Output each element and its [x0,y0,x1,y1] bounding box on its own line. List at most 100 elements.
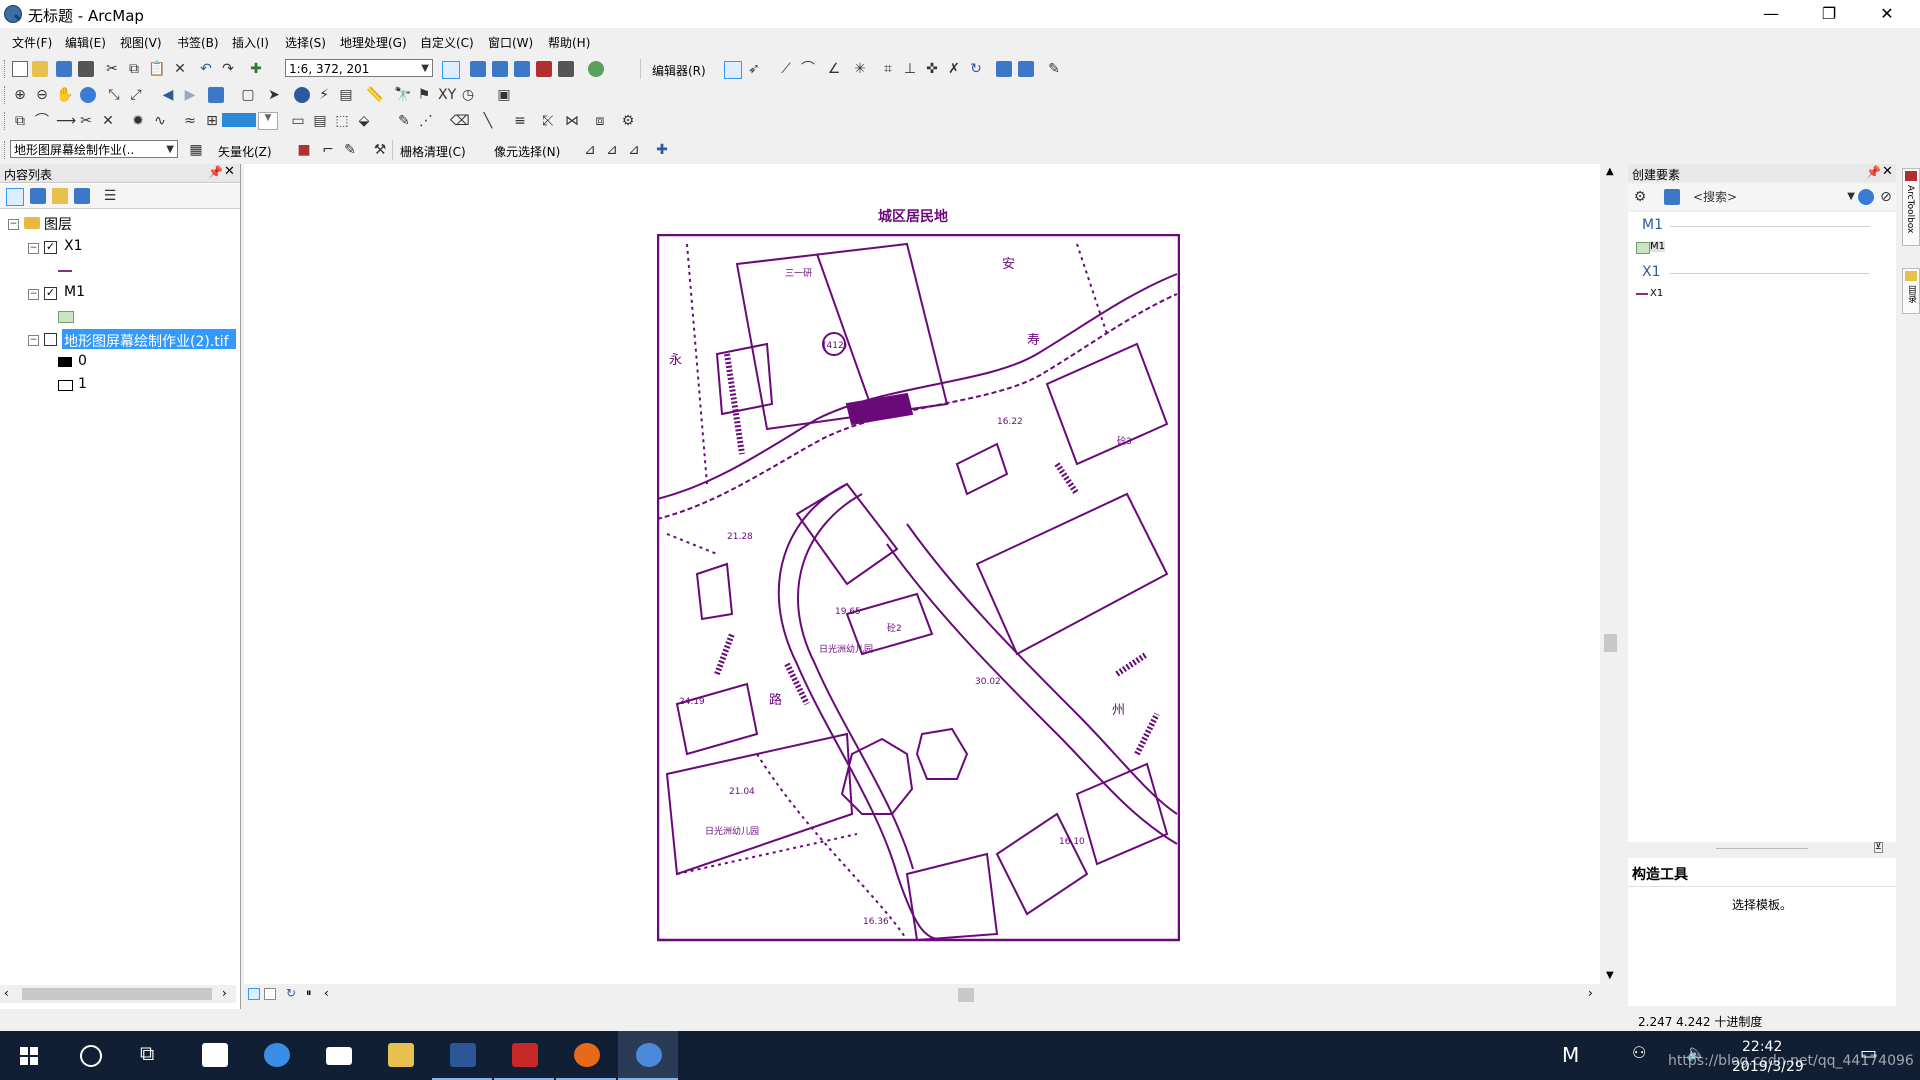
catalog-tab[interactable]: 目录 [1902,268,1920,314]
find-connected-cells-icon[interactable]: ⊿ [626,142,642,158]
python-window-icon[interactable] [558,61,574,77]
fixed-zoom-out-icon[interactable]: ⤢ [128,87,144,103]
drawing-pen-icon[interactable]: ✎ [396,113,412,129]
search-window-icon[interactable] [514,61,530,77]
panel-splitter[interactable]: ⊻ [1628,842,1896,856]
menu-view[interactable]: 视图(V) [120,34,162,51]
select-elements-icon[interactable]: ➤ [266,87,282,103]
find-icon[interactable]: 🔭 [394,87,411,103]
ime-indicator[interactable]: M [1562,1043,1579,1067]
scroll-right-icon[interactable]: › [222,986,227,1000]
raster-line-width-icon[interactable]: ✚ [654,142,670,158]
toolbar-grip[interactable] [4,141,8,159]
menu-bookmarks[interactable]: 书签(B) [177,34,219,51]
minimize-button[interactable]: — [1742,0,1800,28]
vectorization-trace-icon[interactable]: ⌐ [320,142,336,158]
map-horizontal-scrollbar[interactable]: ↻ ⏸ ‹ › [244,984,1600,1006]
back-extent-icon[interactable]: ◀ [160,87,176,103]
snap-icon[interactable]: ⤪ [540,113,556,129]
smooth-icon[interactable]: ≈ [182,113,198,129]
find-route-icon[interactable]: ⚑ [416,87,432,103]
options-icon[interactable]: ☰ [102,188,118,204]
map-vertical-scrollbar[interactable]: ▲ ▼ [1602,164,1619,984]
vectorization-menu[interactable]: 矢量化(Z) [218,143,272,160]
menu-selection[interactable]: 选择(S) [285,34,326,51]
arctoolbox-icon[interactable] [536,61,552,77]
open-folder-icon[interactable] [32,61,48,77]
toc-horizontal-scrollbar[interactable]: ‹ › [0,985,236,1003]
copy-icon[interactable]: ⧉ [126,61,142,77]
explode-icon[interactable]: ✹ [130,113,146,129]
save-icon[interactable] [56,61,72,77]
layer-x1-checkbox[interactable]: ✓ [44,241,57,254]
close-button[interactable]: ✕ [1858,0,1916,28]
scroll-up-icon[interactable]: ▲ [1606,166,1614,177]
delete-icon[interactable]: ✕ [172,61,188,77]
group-icon[interactable]: ⬚ [334,113,350,129]
refresh-icon[interactable]: ↻ [286,986,296,1000]
line-intersection-icon[interactable]: ✕ [100,113,116,129]
scroll-thumb[interactable] [1604,634,1617,652]
zoom-in-icon[interactable]: ⊕ [12,87,28,103]
html-popup-icon[interactable]: ▤ [338,87,354,103]
browser-app[interactable] [246,1031,306,1080]
layer-m1-checkbox[interactable]: ✓ [44,287,57,300]
pause-drawing-icon[interactable]: ⏸ [306,986,312,1000]
redo-icon[interactable]: ↷ [220,61,236,77]
identify-icon[interactable] [294,87,310,103]
zoom-out-icon[interactable]: ⊖ [34,87,50,103]
new-document-icon[interactable] [12,61,28,77]
select-connected-cells-icon[interactable]: ⊿ [582,142,598,158]
menu-help[interactable]: 帮助(H) [548,34,590,51]
menu-file[interactable]: 文件(F) [12,34,52,51]
mail-app[interactable] [308,1031,368,1080]
full-extent-icon[interactable] [80,87,96,103]
scroll-left-icon[interactable]: ‹ [324,986,329,1000]
edit-tool-icon[interactable] [724,61,742,79]
split-tool-icon[interactable]: ✗ [946,61,962,77]
chevron-down-icon[interactable]: ▼ [166,141,174,159]
clear-search-icon[interactable]: ⊘ [1878,189,1894,205]
raster-cleanup-menu[interactable]: 栅格清理(C) [400,143,466,160]
line-symbol[interactable] [58,270,72,272]
collapse-icon[interactable]: − [28,289,39,300]
text-frame-icon[interactable]: ▤ [312,113,328,129]
close-icon[interactable]: ✕ [1882,164,1893,179]
layer-m1-name[interactable]: M1 [64,284,85,300]
cell-selection-menu[interactable]: 像元选择(N) [494,143,560,160]
copy-features-icon[interactable]: ⧉ [12,113,28,129]
template-view-icon[interactable] [1664,189,1680,205]
scroll-left-icon[interactable]: ‹ [4,986,9,1000]
restore-button[interactable]: ❐ [1800,0,1858,28]
list-by-drawing-order-icon[interactable] [6,188,24,206]
print-icon[interactable] [78,61,94,77]
pin-icon[interactable]: 📌 [1866,165,1881,179]
menu-geoprocessing[interactable]: 地理处理(G) [340,34,407,51]
word-app[interactable] [432,1031,492,1080]
scanned-topographic-map[interactable]: 三一研 (412) 日光洲幼儿园 日光洲幼儿园 21.28 30.02 16.3… [657,234,1180,942]
settings-icon[interactable]: ⚙ [620,113,636,129]
generate-features-icon[interactable]: ■ [296,142,312,158]
hyperlink-icon[interactable]: ⚡ [316,87,332,103]
vectorization-settings-icon[interactable]: ⚒ [372,142,388,158]
scroll-thumb[interactable] [22,988,212,1000]
trace-icon[interactable]: ∠ [826,61,842,77]
ungroup-icon[interactable]: ⬙ [356,113,372,129]
layer-raster-checkbox[interactable] [44,333,57,346]
search-button[interactable] [62,1031,122,1080]
raster-class-0-swatch[interactable] [58,357,72,367]
collapse-icon[interactable]: ⊻ [1874,842,1883,853]
menu-windows[interactable]: 窗口(W) [488,34,533,51]
layer-raster-selection-highlight[interactable]: 地形图屏幕绘制作业(2).tif [62,329,236,350]
toolbar-grip[interactable] [4,60,8,78]
drawing-points-icon[interactable]: ⋰ [418,113,434,129]
close-icon[interactable]: ✕ [224,164,235,179]
rotate-tool-icon[interactable]: ↻ [968,61,984,77]
template-item-m1[interactable]: M1 [1650,241,1665,252]
pin-icon[interactable]: 📌 [208,165,223,179]
trim-icon[interactable]: ✂ [78,113,94,129]
line-template-icon[interactable] [1636,293,1648,295]
line-weight-icon[interactable]: ≡ [512,113,528,129]
interactive-selection-icon[interactable]: ⊿ [604,142,620,158]
target-layer-combo[interactable]: 地形图屏幕绘制作业(.. ▼ [10,140,178,158]
